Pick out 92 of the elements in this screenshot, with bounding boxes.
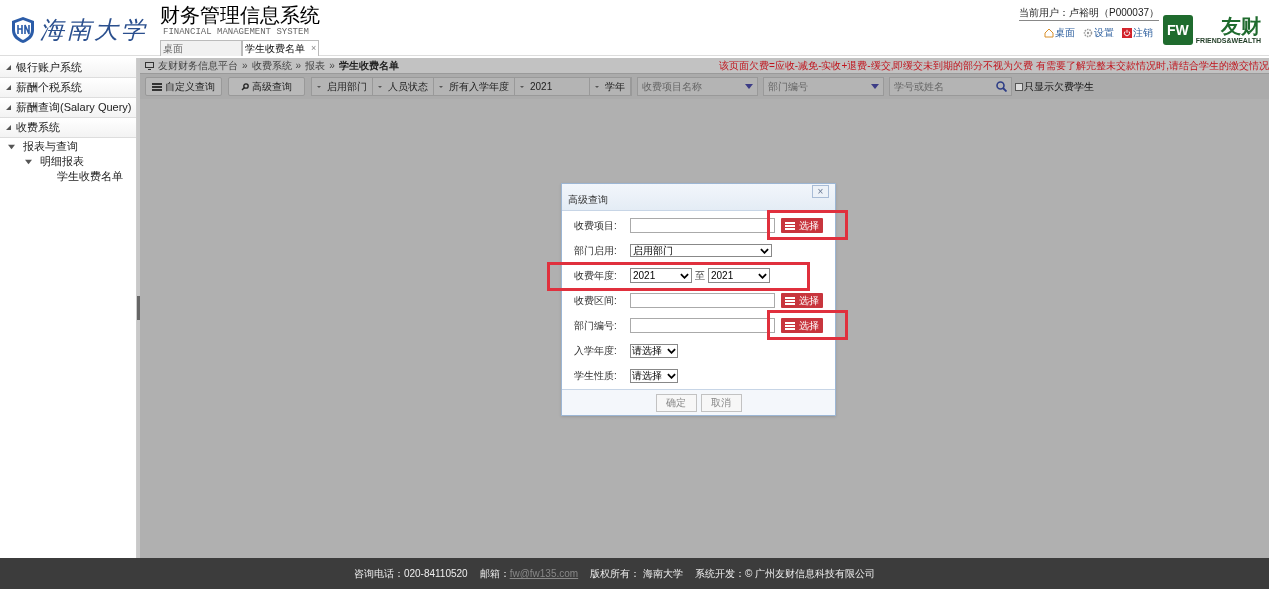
dialog-button[interactable]: 取消 xyxy=(700,393,742,412)
filter-dropdown[interactable]: 所有入学年度 xyxy=(434,78,515,95)
sidebar-section[interactable]: 银行账户系统 xyxy=(0,58,136,78)
tree-item[interactable]: 报表与查询 xyxy=(23,138,78,155)
splitter-handle[interactable] xyxy=(137,296,140,320)
sidebar-section[interactable]: 收费系统 xyxy=(0,118,136,138)
list-icon xyxy=(785,296,795,305)
header-link[interactable]: 桌面 xyxy=(1044,25,1076,40)
power-icon xyxy=(1122,27,1133,38)
caret-down-icon xyxy=(595,85,599,88)
sidebar-section[interactable]: 薪酬个税系统 xyxy=(0,78,136,98)
triangle-icon xyxy=(6,125,11,130)
close-button[interactable]: × xyxy=(812,185,829,198)
email-label: 邮箱： xyxy=(479,567,510,581)
caret-down-icon xyxy=(871,84,879,89)
dropdown[interactable]: 启用部门 xyxy=(630,244,772,257)
dropdown[interactable]: 2021 xyxy=(630,268,692,283)
caret-down-icon xyxy=(378,85,382,88)
gear-icon xyxy=(1083,27,1094,38)
system-subtitle: FINANCIAL MANAGEMENT SYSTEM xyxy=(162,27,310,37)
list-icon xyxy=(785,321,795,330)
chevron-down-icon xyxy=(667,347,676,354)
field-label: 学生性质: xyxy=(573,369,618,383)
toolbar-button[interactable]: 自定义查询 xyxy=(145,77,222,96)
text-field[interactable] xyxy=(630,293,775,308)
triangle-icon xyxy=(6,85,11,90)
breadcrumb-item: 学生收费名单 xyxy=(338,59,399,73)
filter-dropdown[interactable]: 2021 xyxy=(515,78,590,95)
brand-name: 友财 xyxy=(1221,15,1261,37)
brand-mark: FW xyxy=(1163,15,1193,45)
current-user: 当前用户：卢裕明（P000037） xyxy=(1019,6,1160,21)
dropdown[interactable]: 2021 xyxy=(708,268,770,283)
text-field[interactable] xyxy=(630,318,775,333)
checkbox-label[interactable]: 只显示欠费学生 xyxy=(1024,79,1094,94)
chevron-down-icon xyxy=(680,272,689,279)
tab[interactable]: 桌面 xyxy=(160,40,242,56)
caret-down-icon xyxy=(439,85,443,88)
tab[interactable]: 学生收费名单 × xyxy=(242,40,320,56)
caret-down-icon[interactable] xyxy=(8,143,15,150)
tree-item[interactable]: 学生收费名单 xyxy=(57,168,123,185)
search-icon xyxy=(996,81,1007,92)
tree-item[interactable]: 明细报表 xyxy=(40,153,84,170)
triangle-icon xyxy=(6,105,11,110)
field-label: 部门编号: xyxy=(573,319,618,333)
caret-down-icon xyxy=(745,84,753,89)
header-link[interactable]: 设置 xyxy=(1083,25,1115,40)
breadcrumb-item[interactable]: 收费系统 xyxy=(251,58,292,73)
phone-text: 咨询电话：020-84110520 xyxy=(353,567,468,581)
checkbox[interactable] xyxy=(1015,82,1023,91)
chevron-down-icon xyxy=(760,247,769,254)
copyright-text: 版权所有： 海南大学 xyxy=(590,567,683,581)
caret-down-icon[interactable] xyxy=(25,158,32,165)
breadcrumb-separator: » xyxy=(329,59,335,73)
home-icon xyxy=(1044,27,1055,38)
breadcrumb-separator: » xyxy=(295,59,302,73)
shield-logo-icon xyxy=(10,16,36,44)
filter-dropdown[interactable]: 人员状态 xyxy=(373,78,434,95)
toolbar-button[interactable]: 高级查询 xyxy=(228,77,305,96)
field-label: 部门启用: xyxy=(573,244,618,258)
breadcrumb-item[interactable]: 友财财务信息平台 xyxy=(158,58,238,73)
breadcrumb-separator: » xyxy=(242,59,248,73)
select-button[interactable]: 选择 xyxy=(781,293,823,308)
search-icon xyxy=(241,82,249,91)
dialog-title: 高级查询 xyxy=(568,193,608,207)
header-link[interactable]: 注销 xyxy=(1122,25,1154,40)
close-icon[interactable]: × xyxy=(311,41,317,56)
filter-dropdown[interactable]: 学年 xyxy=(590,78,631,95)
select-button[interactable]: 选择 xyxy=(781,218,823,233)
select-button[interactable]: 选择 xyxy=(781,318,823,333)
chevron-down-icon xyxy=(667,372,676,379)
triangle-icon xyxy=(6,65,11,70)
field-label: 入学年度: xyxy=(573,344,618,358)
dialog-button[interactable]: 确定 xyxy=(655,393,697,412)
list-icon xyxy=(785,221,795,230)
monitor-icon xyxy=(145,61,154,70)
notice-text: 该页面欠费=应收-减免-实收+退费-缓交,即缓交未到期的部分不视为欠费 有需要了解完整未交款情况时,请结合学生的缴交情况 xyxy=(719,59,1269,73)
caret-down-icon xyxy=(317,85,321,88)
field-label: 收费区间: xyxy=(573,294,618,308)
field-label: 收费年度: xyxy=(573,269,618,283)
range-separator: 至 xyxy=(695,269,705,283)
text-field[interactable] xyxy=(630,218,775,233)
system-title: 财务管理信息系统 xyxy=(160,3,320,27)
list-icon xyxy=(152,82,162,91)
caret-down-icon xyxy=(520,85,524,88)
filter-dropdown[interactable]: 启用部门 xyxy=(312,78,373,95)
dropdown[interactable]: 请选择 xyxy=(630,368,678,383)
dropdown[interactable]: 请选择 xyxy=(630,343,678,358)
field-label: 收费项目: xyxy=(573,219,618,233)
developer-text: 系统开发：© 广州友财信息科技有限公司 xyxy=(694,567,876,581)
university-name: 海南大学 xyxy=(40,15,148,46)
chevron-down-icon xyxy=(758,272,767,279)
breadcrumb-item[interactable]: 报表 xyxy=(305,58,326,73)
